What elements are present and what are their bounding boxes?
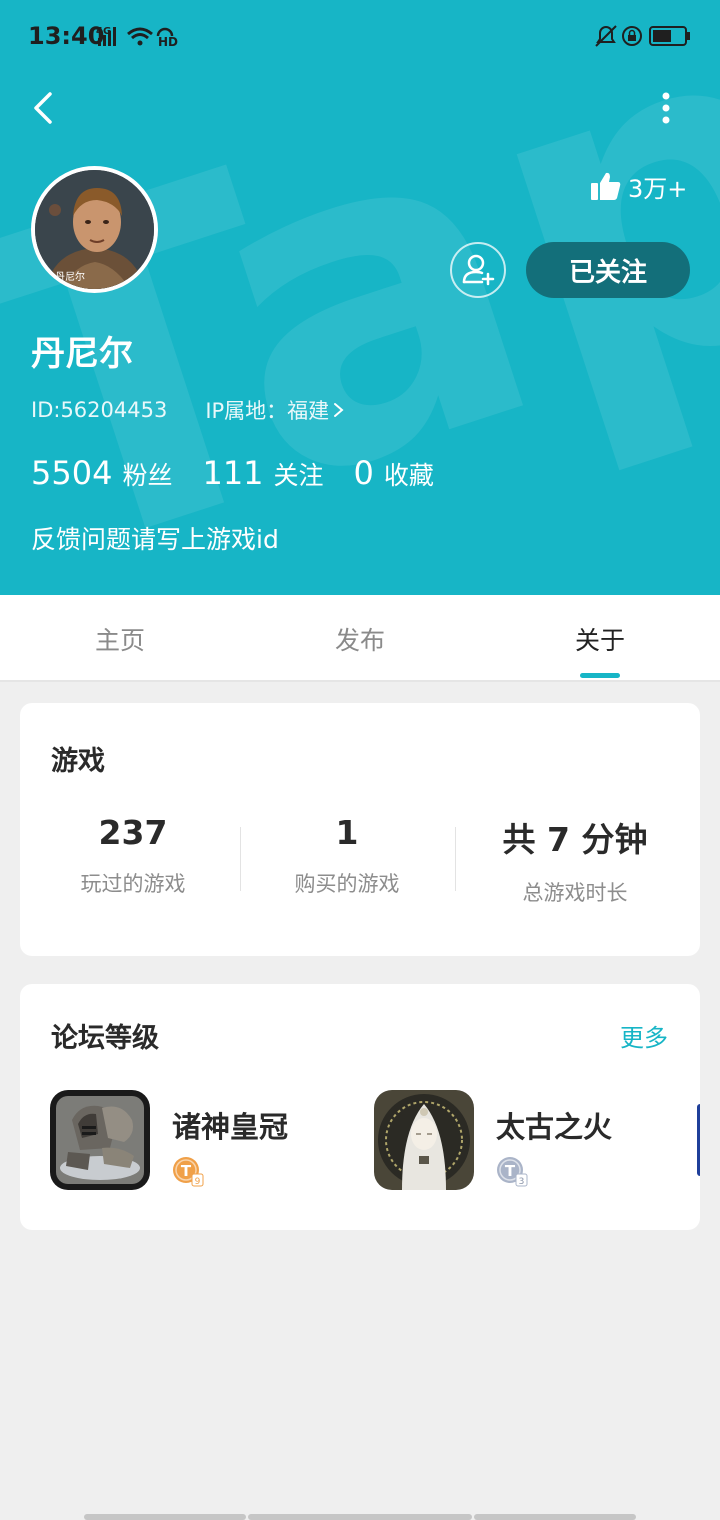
add-friend-button[interactable] xyxy=(450,242,506,298)
tab-posts[interactable]: 发布 xyxy=(240,595,480,682)
forum-item[interactable]: 太古之火 T 3 xyxy=(374,1090,674,1190)
favorites-count[interactable]: 0 xyxy=(354,454,374,492)
add-user-icon xyxy=(462,254,495,286)
more-vertical-icon xyxy=(662,92,670,124)
nav-gesture-bar xyxy=(84,1514,246,1520)
forum-level-title: 论坛等级 xyxy=(51,1023,159,1054)
user-id: ID:56204453 xyxy=(31,398,168,422)
forum-item[interactable]: 诸神皇冠 T 9 xyxy=(50,1090,350,1190)
tab-home[interactable]: 主页 xyxy=(0,595,240,682)
tab-about[interactable]: 关于 xyxy=(480,595,720,682)
username: 丹尼尔 xyxy=(31,334,133,374)
divider xyxy=(455,827,456,891)
nav-gesture-bar xyxy=(474,1514,636,1520)
played-games-value: 237 xyxy=(98,813,168,852)
playtime-label: 总游戏时长 xyxy=(522,881,628,905)
purchased-games-label: 购买的游戏 xyxy=(294,872,400,896)
follow-status-button[interactable]: 已关注 xyxy=(526,242,690,298)
more-link[interactable]: 更多 xyxy=(620,1018,668,1053)
game-icon-partial[interactable] xyxy=(697,1104,700,1176)
avatar-caption: 丹尼尔 xyxy=(55,272,85,283)
games-card: 游戏 237 玩过的游戏 1 购买的游戏 共 7 分钟 总游戏时长 xyxy=(20,703,700,956)
ip-location-link[interactable]: IP属地：福建 xyxy=(205,395,329,425)
likes-counter: 3万+ xyxy=(590,168,687,204)
playtime-value: 共 7 分钟 xyxy=(502,820,648,859)
profile-stats: 5504 粉丝 111 关注 0 收藏 xyxy=(31,454,464,492)
following-label[interactable]: 关注 xyxy=(274,456,324,492)
avatar[interactable]: 丹尼尔 xyxy=(31,166,158,293)
purchased-games-value: 1 xyxy=(335,813,359,852)
id-ip-line: ID:56204453 IP属地：福建 xyxy=(31,395,349,425)
played-games-stat[interactable]: 237 玩过的游戏 xyxy=(20,813,246,898)
forum-level-card: 论坛等级 更多 诸神皇冠 T 9 太古之火 T 3 xyxy=(20,984,700,1230)
ip-location-text: IP属地：福建 xyxy=(205,399,330,423)
chevron-left-icon xyxy=(34,92,52,124)
purchased-games-stat[interactable]: 1 购买的游戏 xyxy=(234,813,460,898)
back-button[interactable] xyxy=(26,88,66,132)
avatar-portrait-image xyxy=(35,170,154,289)
chevron-right-icon xyxy=(334,403,344,417)
games-title: 游戏 xyxy=(51,746,105,777)
played-games-label: 玩过的游戏 xyxy=(80,872,186,896)
followers-label[interactable]: 粉丝 xyxy=(122,456,172,492)
status-system-icons xyxy=(592,22,692,54)
active-tab-indicator xyxy=(580,673,620,678)
favorites-label[interactable]: 收藏 xyxy=(384,456,434,492)
forum-game-name: 诸神皇冠 xyxy=(172,1110,289,1144)
forum-level-badge: T 9 xyxy=(172,1156,206,1188)
status-bar: 13:40 4G HD xyxy=(0,0,720,72)
svg-text:9: 9 xyxy=(195,1177,201,1187)
game-icon-ancient-fire xyxy=(374,1090,474,1190)
game-icon-crown-of-gods xyxy=(50,1090,150,1190)
playtime-stat: 共 7 分钟 总游戏时长 xyxy=(462,813,688,907)
svg-text:3: 3 xyxy=(519,1177,525,1187)
forum-level-badge: T 3 xyxy=(496,1156,530,1188)
nav-gesture-bar xyxy=(248,1514,472,1520)
profile-tabs: 主页 发布 关于 xyxy=(0,595,720,682)
svg-text:T: T xyxy=(181,1162,192,1180)
status-time: 13:40 xyxy=(28,22,105,50)
thumbs-up-icon xyxy=(591,172,621,200)
user-bio: 反馈问题请写上游戏id xyxy=(31,525,279,554)
more-options-button[interactable] xyxy=(650,88,682,132)
status-network-icons: 4G HD xyxy=(96,24,186,52)
following-count[interactable]: 111 xyxy=(202,454,263,492)
svg-text:HD: HD xyxy=(158,35,178,48)
likes-count: 3万+ xyxy=(628,174,688,203)
forum-game-name: 太古之火 xyxy=(496,1110,613,1144)
followers-count[interactable]: 5504 xyxy=(31,454,112,492)
profile-header: TapTap 13:40 4G HD 丹尼尔 3万+ 已关注 丹尼尔 ID:56… xyxy=(0,0,720,595)
svg-text:T: T xyxy=(505,1162,516,1180)
